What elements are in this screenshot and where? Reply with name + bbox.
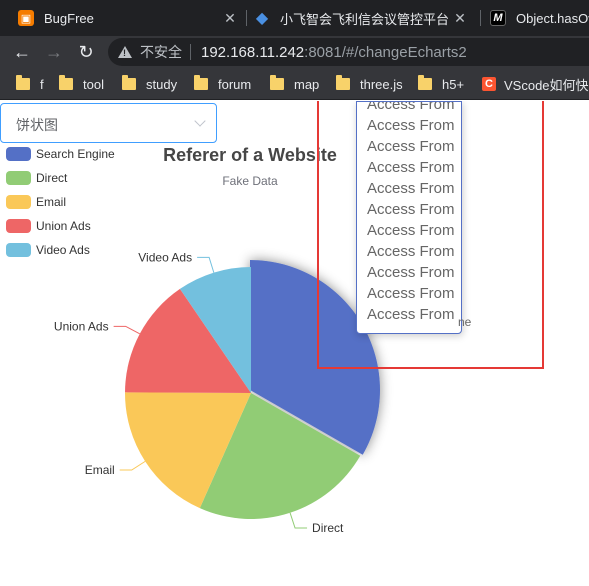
label-line [119, 460, 146, 471]
back-arrow-icon[interactable]: ← [10, 40, 34, 64]
browser-tab-bar: ▣ BugFree ✕ ◆ 小飞智会飞利信会议管控平台 ✕ M Object.h… [0, 0, 589, 36]
bookmark-label: VScode如何快速 [504, 77, 589, 93]
label-line [289, 512, 308, 529]
tooltip-line: Access From [367, 306, 455, 323]
divider [190, 44, 191, 60]
insecure-label: 不安全 [140, 44, 182, 60]
tooltip-line: Access From [367, 101, 455, 113]
folder-icon [59, 75, 73, 90]
bookmark-study[interactable]: study [122, 68, 177, 100]
slice-label: Union Ads [54, 319, 109, 333]
forward-arrow-icon[interactable]: → [42, 40, 66, 64]
address-bar[interactable]: 不安全 192.168.11.242:8081/#/changeEcharts2 [108, 38, 589, 66]
bookmark-forum[interactable]: forum [194, 68, 251, 100]
page-content: 饼状图 Search Engine Direct Email Union Ads… [0, 101, 589, 586]
browser-toolbar: ← → ↻ 不安全 192.168.11.242:8081/#/changeEc… [0, 36, 589, 68]
bugfree-icon: ▣ [18, 10, 34, 26]
tooltip-line: Access From [367, 201, 455, 218]
tab-title: Object.hasOv [516, 10, 589, 26]
folder-icon [122, 75, 136, 90]
tab-title: BugFree [44, 10, 94, 26]
tooltip-line: Access From [367, 243, 455, 260]
tooltip-line: Access From [367, 222, 455, 239]
bookmark-map[interactable]: map [270, 68, 319, 100]
bookmark-label: h5+ [442, 76, 465, 92]
tooltip-line: Access From [367, 180, 455, 197]
close-icon[interactable]: ✕ [222, 10, 238, 26]
tooltip-line: Access From [367, 138, 455, 155]
bookmark-threejs[interactable]: three.js [336, 68, 403, 100]
bookmarks-bar: f tool study forum map three.js h5+ C VSc… [0, 68, 589, 100]
tab-meeting-platform[interactable]: ◆ 小飞智会飞利信会议管控平台 ✕ [254, 0, 474, 36]
slice-label: Email [85, 463, 115, 477]
tab-separator [480, 10, 481, 26]
warning-icon [118, 46, 132, 58]
tooltip-line: Access From [367, 159, 455, 176]
bookmark-tool[interactable]: tool [59, 68, 104, 100]
bookmark-label: three.js [360, 76, 403, 92]
tooltip: Access From Access From Access From Access … [356, 101, 462, 334]
folder-icon [418, 75, 432, 90]
slice-label: Video Ads [138, 250, 192, 264]
app-logo-icon: ◆ [255, 10, 269, 27]
csdn-icon: C [482, 77, 496, 91]
label-line [197, 256, 215, 273]
url-path: :8081/#/changeEcharts2 [304, 43, 467, 61]
bookmark-f[interactable]: f [16, 68, 44, 100]
bookmark-vscode[interactable]: C VScode如何快速 [482, 68, 589, 100]
folder-icon [270, 75, 284, 90]
bookmark-label: f [40, 76, 44, 92]
tooltip-peek-text: ne [458, 315, 472, 329]
slice-label: Direct [312, 521, 344, 535]
pie-chart: Direct Email Union Ads Video Ads [54, 250, 380, 535]
folder-icon [194, 75, 208, 90]
tab-separator [246, 10, 247, 26]
folder-icon [16, 75, 30, 90]
bookmark-label: tool [83, 76, 104, 92]
bookmark-h5plus[interactable]: h5+ [418, 68, 464, 100]
reload-icon[interactable]: ↻ [74, 40, 98, 64]
mdn-icon: M [490, 10, 506, 26]
folder-icon [336, 75, 350, 90]
bookmark-label: study [146, 76, 178, 92]
tooltip-line: Access From [367, 264, 455, 281]
tooltip-line: Access From [367, 117, 455, 134]
close-icon[interactable]: ✕ [452, 10, 468, 26]
label-line [113, 325, 140, 335]
url-host: 192.168.11.242 [201, 43, 305, 61]
bookmark-label: map [294, 76, 320, 92]
bookmark-label: forum [218, 76, 252, 92]
tab-title: 小飞智会飞利信会议管控平台 [280, 11, 450, 27]
tab-object-hasown[interactable]: M Object.hasOv [490, 0, 589, 36]
tooltip-line: Access From [367, 285, 455, 302]
tab-bugfree[interactable]: ▣ BugFree ✕ [18, 0, 244, 36]
